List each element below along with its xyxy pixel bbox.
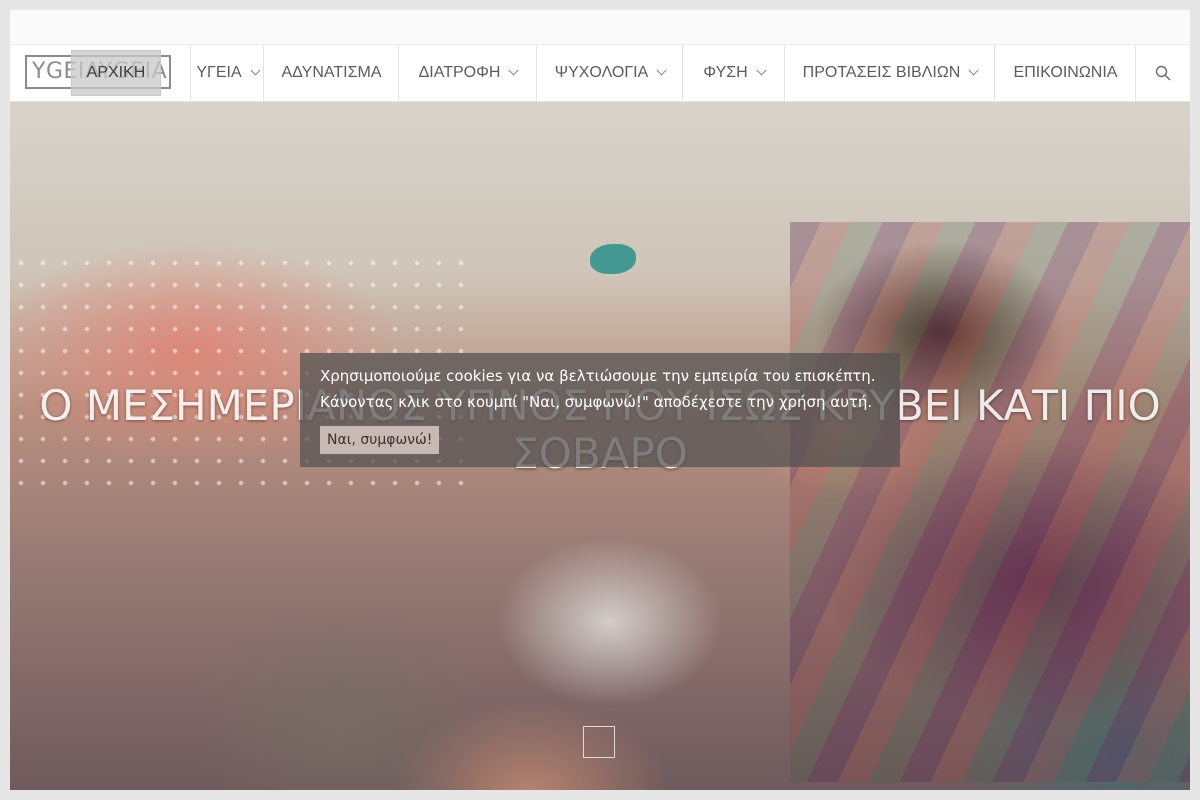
search-button[interactable] — [1135, 45, 1190, 101]
nav-item-label: ΦΥΣΗ — [703, 64, 748, 81]
nav-item-book-suggestions[interactable]: ΠΡΟΤΑΣΕΙΣ ΒΙΒΛΙΩΝ — [784, 45, 995, 101]
nav-item-label: ΨΥΧΟΛΟΓΙΑ — [554, 64, 649, 81]
page: YGEIAYGEIA ΑΡΧΙΚΗ ΥΓΕΙΑ ΑΔΥΝΑΤΙΣΜΑ ΔΙΑΤΡ… — [10, 10, 1190, 790]
chevron-down-icon — [508, 65, 519, 76]
nav-item-nature[interactable]: ΦΥΣΗ — [682, 45, 785, 101]
slider-control[interactable] — [583, 726, 615, 758]
cookie-text: Κάνοντας κλικ στο κουμπί "Ναι, συμφωνώ!"… — [320, 393, 873, 411]
nav-item-psychology[interactable]: ΨΥΧΟΛΟΓΙΑ — [536, 45, 683, 101]
cookie-text: Χρησιμοποιούμε cookies για να βελτιώσουμ… — [320, 367, 876, 385]
nav-item-label: ΕΠΙΚΟΙΝΩΝΙΑ — [1013, 64, 1118, 81]
search-icon — [1155, 65, 1171, 81]
chevron-down-icon — [968, 65, 979, 76]
chevron-down-icon — [756, 65, 767, 76]
nav-item-weight-loss[interactable]: ΑΔΥΝΑΤΙΣΜΑ — [263, 45, 399, 101]
cookie-notice: Χρησιμοποιούμε cookies για να βελτιώσουμ… — [300, 353, 900, 467]
nav-item-nutrition[interactable]: ΔΙΑΤΡΟΦΗ — [398, 45, 537, 101]
hero-image-quilt — [790, 222, 1190, 782]
nav-item-health[interactable]: ΥΓΕΙΑ — [190, 45, 264, 101]
hero-image-detail — [590, 244, 636, 274]
nav-item-home[interactable]: ΑΡΧΙΚΗ — [71, 50, 161, 96]
nav-item-label: ΔΙΑΤΡΟΦΗ — [418, 64, 501, 81]
nav-item-label: ΥΓΕΙΑ — [196, 64, 242, 81]
accept-cookies-button[interactable]: Ναι, συμφωνώ! — [320, 426, 440, 454]
chevron-down-icon — [250, 65, 261, 76]
main-navigation: YGEIAYGEIA ΑΡΧΙΚΗ ΥΓΕΙΑ ΑΔΥΝΑΤΙΣΜΑ ΔΙΑΤΡ… — [10, 45, 1190, 102]
nav-item-label: ΠΡΟΤΑΣΕΙΣ ΒΙΒΛΙΩΝ — [802, 64, 961, 81]
hero-slider: Ο ΜΕΣΗΜΕΡΙΑΝΟΣ ΥΠΝΟΣ ΠΟΥ ΙΣΩΣ ΚΡΥΒΕΙ ΚΑΤ… — [10, 102, 1190, 790]
nav-item-label: ΑΔΥΝΑΤΙΣΜΑ — [281, 64, 382, 81]
chevron-down-icon — [656, 65, 667, 76]
nav-item-contact[interactable]: ΕΠΙΚΟΙΝΩΝΙΑ — [994, 45, 1136, 101]
top-bar — [10, 10, 1190, 45]
